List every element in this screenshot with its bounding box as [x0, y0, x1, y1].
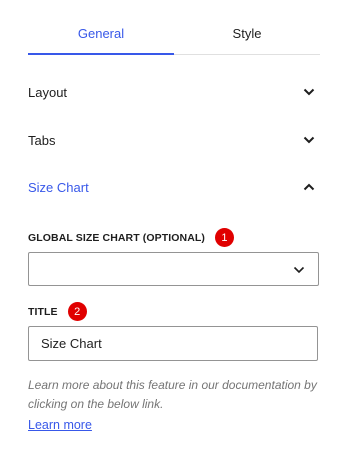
- title-label: TITLE: [28, 305, 58, 318]
- title-field-label: TITLE 2: [28, 302, 87, 321]
- title-input[interactable]: Size Chart: [28, 326, 318, 361]
- global-size-chart-label: GLOBAL SIZE CHART (OPTIONAL): [28, 231, 206, 244]
- tab-bar: General Style: [28, 12, 320, 55]
- section-tabs-label: Tabs: [28, 132, 56, 148]
- section-size-chart[interactable]: Size Chart: [28, 172, 320, 202]
- tab-general[interactable]: General: [28, 12, 174, 55]
- step-badge: 1: [215, 228, 235, 247]
- chevron-up-icon: [302, 180, 316, 194]
- section-tabs[interactable]: Tabs: [28, 125, 320, 155]
- title-input-value: Size Chart: [41, 336, 102, 351]
- section-layout-label: Layout: [28, 84, 68, 100]
- help-text: Learn more about this feature in our doc…: [28, 378, 317, 411]
- settings-panel: General Style Layout Tabs Size Chart GLO…: [0, 0, 346, 464]
- global-size-chart-field-label: GLOBAL SIZE CHART (OPTIONAL) 1: [28, 228, 235, 247]
- tab-style[interactable]: Style: [174, 12, 320, 54]
- chevron-down-icon: [302, 85, 316, 99]
- section-size-chart-label: Size Chart: [28, 179, 89, 195]
- learn-more-link[interactable]: Learn more: [28, 418, 92, 432]
- chevron-down-icon: [292, 263, 306, 277]
- section-layout[interactable]: Layout: [28, 77, 320, 107]
- global-size-chart-select[interactable]: [28, 252, 319, 286]
- step-badge: 2: [67, 302, 87, 321]
- chevron-down-icon: [302, 133, 316, 147]
